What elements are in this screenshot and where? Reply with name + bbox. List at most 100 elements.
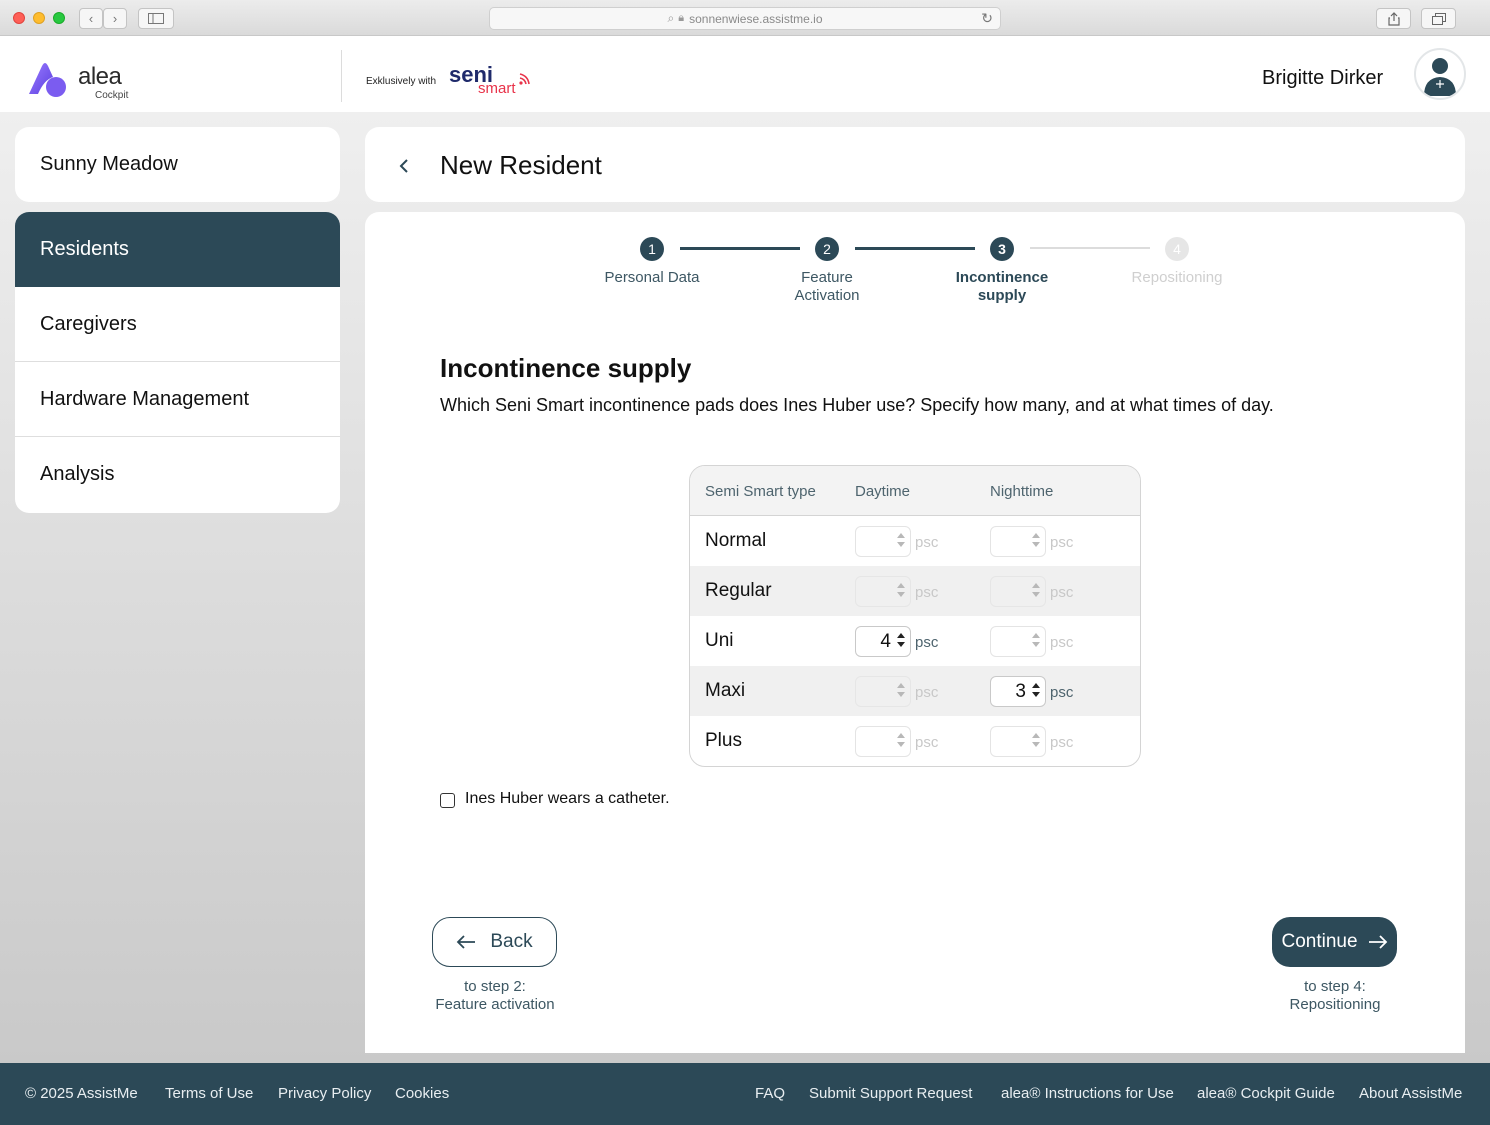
- arrow-left-icon: [457, 935, 476, 949]
- unit-label: psc: [1050, 634, 1074, 651]
- exclusive-partner-text: Exklusively with: [366, 76, 437, 87]
- stepper-line-2: [855, 247, 975, 250]
- daytime-quantity-stepper[interactable]: [855, 526, 911, 557]
- stepper-arrows-icon[interactable]: [897, 683, 905, 701]
- footer-link-cockpit-guide[interactable]: alea® Cockpit Guide: [1197, 1085, 1335, 1102]
- minimize-window-button[interactable]: [33, 12, 45, 24]
- share-icon: [1387, 11, 1400, 26]
- back-button[interactable]: Back: [432, 917, 557, 967]
- stepper-arrows-icon[interactable]: [897, 583, 905, 601]
- catheter-checkbox[interactable]: [440, 793, 455, 808]
- seni-smart-logo: seni smart: [449, 62, 530, 96]
- step-1-label[interactable]: Personal Data: [582, 269, 722, 287]
- continue-button-label: Continue: [1281, 931, 1358, 952]
- browser-forward-button[interactable]: ›: [103, 8, 127, 29]
- daytime-quantity-stepper[interactable]: [855, 726, 911, 757]
- nighttime-quantity-stepper[interactable]: [990, 626, 1046, 657]
- footer-link-support[interactable]: Submit Support Request: [809, 1085, 972, 1102]
- stepper-arrows-icon[interactable]: [897, 733, 905, 751]
- footer-link-cookies[interactable]: Cookies: [395, 1085, 449, 1102]
- search-icon: ⌕: [667, 11, 675, 25]
- tabs-icon: [1431, 12, 1446, 25]
- footer-link-faq[interactable]: FAQ: [755, 1085, 785, 1102]
- daytime-quantity-stepper[interactable]: [855, 576, 911, 607]
- sidebar-toggle-button[interactable]: [138, 8, 174, 29]
- step-4-circle: 4: [1165, 237, 1189, 261]
- tabs-overview-button[interactable]: [1421, 8, 1456, 29]
- unit-label: psc: [1050, 534, 1074, 551]
- step-4-label: Repositioning: [1131, 269, 1223, 286]
- chevron-left-icon[interactable]: [395, 155, 413, 177]
- step-1-circle[interactable]: 1: [640, 237, 664, 261]
- step-2-circle[interactable]: 2: [815, 237, 839, 261]
- table-row: Regular psc psc: [690, 566, 1140, 616]
- stepper-arrows-icon[interactable]: [1032, 683, 1040, 701]
- unit-label: psc: [1050, 584, 1074, 601]
- alea-logo-icon[interactable]: [26, 60, 68, 98]
- zoom-window-button[interactable]: [53, 12, 65, 24]
- unit-label: psc: [1050, 684, 1074, 701]
- nighttime-quantity-stepper[interactable]: [990, 526, 1046, 557]
- unit-label: psc: [915, 534, 939, 551]
- header-divider: [341, 50, 342, 102]
- browser-back-button[interactable]: ‹: [79, 8, 103, 29]
- share-button[interactable]: [1376, 8, 1411, 29]
- daytime-quantity-stepper[interactable]: [855, 676, 911, 707]
- facility-name[interactable]: Sunny Meadow: [15, 127, 340, 202]
- chevron-right-icon: ›: [112, 11, 118, 26]
- continue-note-line-2: Repositioning: [1289, 996, 1381, 1013]
- user-name[interactable]: Brigitte Dirker: [1262, 67, 1383, 90]
- lock-icon: 🔒︎: [678, 12, 685, 24]
- footer-link-privacy[interactable]: Privacy Policy: [278, 1085, 371, 1102]
- footer: © 2025 AssistMe Terms of Use Privacy Pol…: [0, 1063, 1490, 1125]
- row-label: Uni: [705, 630, 734, 651]
- sidebar-item-caregivers[interactable]: Caregivers: [15, 287, 340, 362]
- nighttime-quantity-stepper[interactable]: [990, 576, 1046, 607]
- sidebar-item-residents[interactable]: Residents: [15, 212, 340, 287]
- stepper-arrows-icon[interactable]: [897, 633, 905, 651]
- step-3-circle: 3: [990, 237, 1014, 261]
- stepper-arrows-icon[interactable]: [1032, 633, 1040, 651]
- chevron-left-icon: ‹: [88, 11, 94, 26]
- section-title: Incontinence supply: [440, 353, 692, 383]
- address-bar[interactable]: ⌕ 🔒︎ sonnenwiese.assistme.io ↻: [489, 7, 1001, 30]
- daytime-quantity-stepper[interactable]: 4: [855, 626, 911, 657]
- stepper-arrows-icon[interactable]: [897, 533, 905, 551]
- stepper-value: 3: [1015, 681, 1026, 702]
- footer-link-instructions[interactable]: alea® Instructions for Use: [1001, 1085, 1174, 1102]
- footer-link-terms[interactable]: Terms of Use: [165, 1085, 253, 1102]
- table-row: Plus psc psc: [690, 716, 1140, 766]
- nighttime-quantity-stepper[interactable]: [990, 726, 1046, 757]
- continue-button-note: to step 4: Repositioning: [1255, 978, 1415, 1014]
- table-header: Semi Smart type Daytime Nighttime: [690, 466, 1140, 516]
- table-row: Normal psc psc: [690, 516, 1140, 566]
- step-2-label[interactable]: Feature Activation: [757, 269, 897, 305]
- sidebar-item-analysis[interactable]: Analysis: [15, 437, 340, 512]
- sidebar-nav: Residents Caregivers Hardware Management…: [15, 212, 340, 513]
- row-label: Maxi: [705, 680, 746, 701]
- row-label: Regular: [705, 580, 772, 601]
- table-row: Maxi psc 3 psc: [690, 666, 1140, 716]
- browser-toolbar: ‹ › ⌕ 🔒︎ sonnenwiese.assistme.io ↻: [0, 0, 1490, 36]
- sidebar-icon: [148, 13, 164, 24]
- user-icon: [1424, 58, 1456, 96]
- user-avatar[interactable]: [1414, 48, 1466, 100]
- back-note-line-2: Feature activation: [435, 996, 555, 1013]
- stepper-arrows-icon[interactable]: [1032, 583, 1040, 601]
- continue-button[interactable]: Continue: [1272, 917, 1397, 967]
- supply-table: Semi Smart type Daytime Nighttime Normal…: [689, 465, 1141, 767]
- column-header-type: Semi Smart type: [705, 483, 816, 500]
- footer-link-about[interactable]: About AssistMe: [1359, 1085, 1462, 1102]
- close-window-button[interactable]: [13, 12, 25, 24]
- stepper-arrows-icon[interactable]: [1032, 733, 1040, 751]
- stepper-line-1: [680, 247, 800, 250]
- row-label: Plus: [705, 730, 742, 751]
- alea-logo-subtitle: Cockpit: [95, 90, 129, 101]
- nighttime-quantity-stepper[interactable]: 3: [990, 676, 1046, 707]
- catheter-checkbox-label[interactable]: Ines Huber wears a catheter.: [465, 790, 670, 808]
- stepper-arrows-icon[interactable]: [1032, 533, 1040, 551]
- column-header-daytime: Daytime: [855, 483, 911, 500]
- unit-label: psc: [915, 634, 939, 651]
- reload-icon[interactable]: ↻: [981, 10, 993, 27]
- sidebar-item-hardware-management[interactable]: Hardware Management: [15, 362, 340, 437]
